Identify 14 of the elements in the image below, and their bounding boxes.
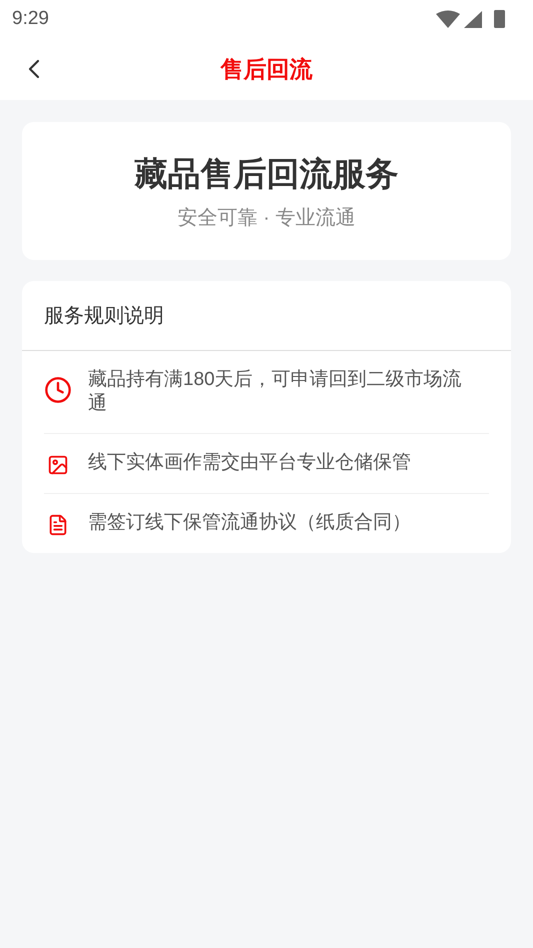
page-title: 售后回流 xyxy=(220,54,312,84)
status-time: 9:29 xyxy=(12,6,49,31)
hero-subtitle: 安全可靠 · 专业流通 xyxy=(178,206,356,231)
rule-text: 藏品持有满180天后，可申请回到二级市场流通 xyxy=(88,368,463,416)
battery-icon xyxy=(494,10,505,28)
image-icon xyxy=(47,454,69,476)
clock-icon xyxy=(44,376,72,404)
hero-title: 藏品售后回流服务 xyxy=(134,154,398,194)
wifi-icon xyxy=(436,10,460,28)
rule-text: 需签订线下保管流通协议（纸质合同） xyxy=(88,511,412,535)
signal-icon xyxy=(464,10,482,28)
rules-title: 服务规则说明 xyxy=(44,304,164,328)
document-icon xyxy=(47,514,69,536)
rule-text: 线下实体画作需交由平台专业仓储保管 xyxy=(88,451,412,475)
